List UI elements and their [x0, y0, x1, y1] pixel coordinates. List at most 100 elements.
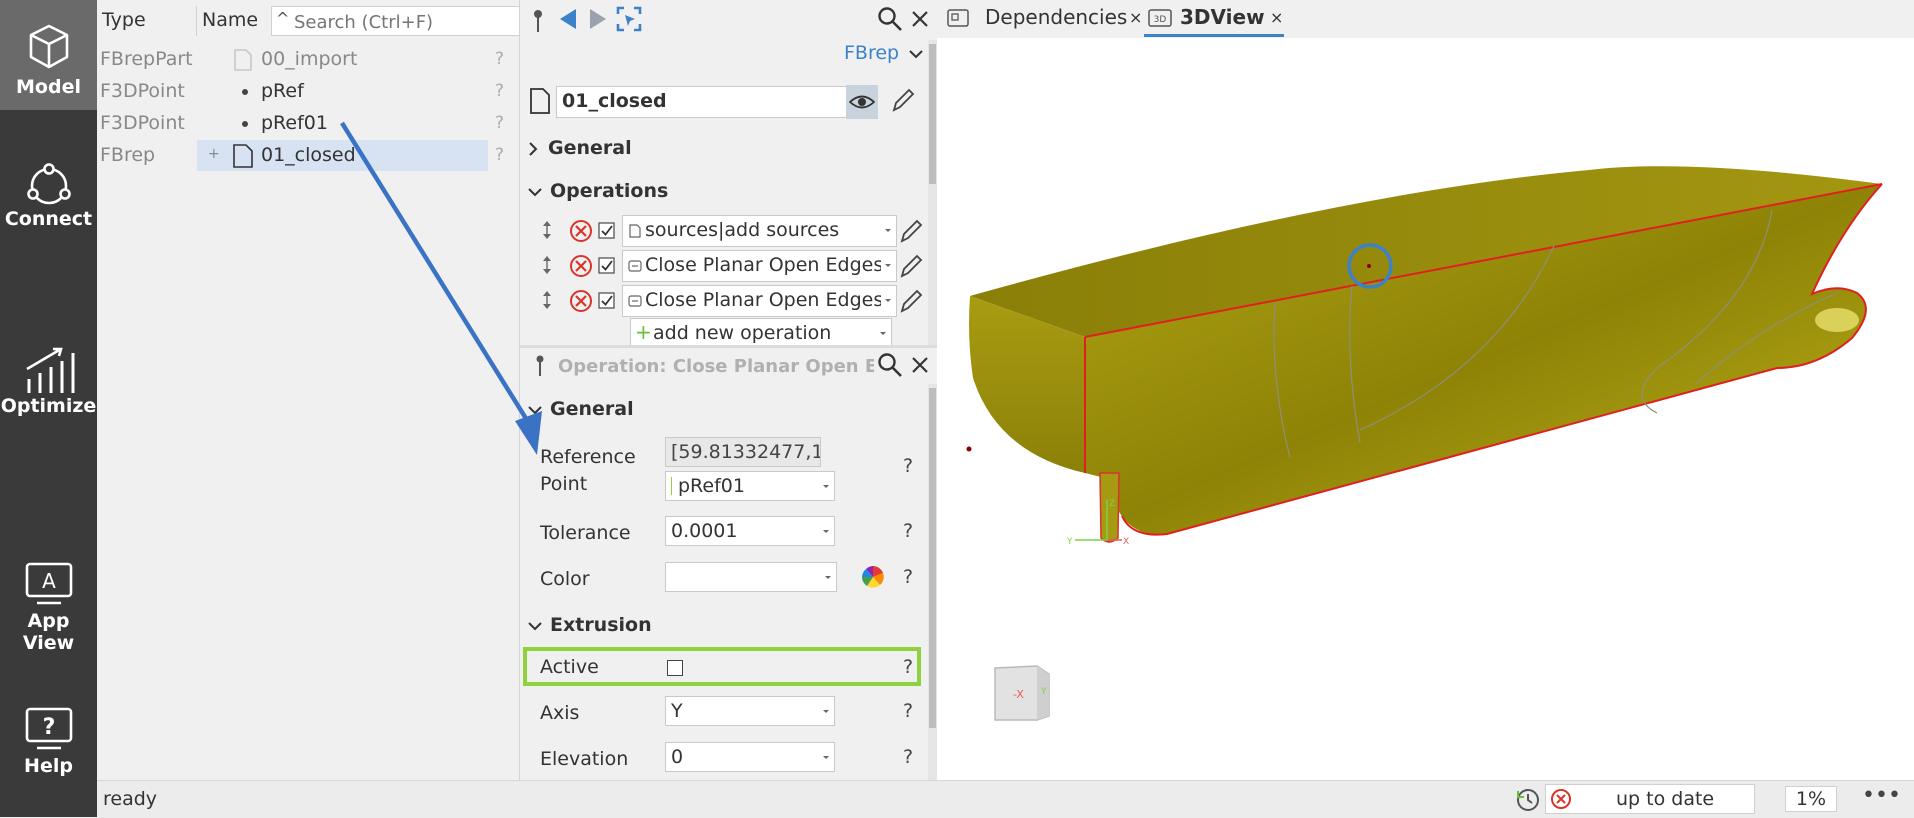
cube-icon [29, 24, 68, 69]
enabled-checkbox[interactable] [598, 292, 616, 310]
nav-model[interactable]: Model [0, 0, 97, 110]
close-icon[interactable]: × [1270, 0, 1283, 35]
app-navigation-bar: Model Connect Optimize A App View ? Help [0, 0, 97, 817]
add-operation-label: add new operation [653, 322, 832, 344]
link-indicator [671, 477, 672, 495]
navigation-cube[interactable]: -X Y [994, 665, 1050, 721]
axis-selector[interactable]: Y [665, 696, 835, 726]
pin-icon[interactable] [531, 8, 545, 34]
enabled-checkbox[interactable] [598, 257, 616, 275]
operation-selector[interactable]: sources|add sources [622, 215, 897, 247]
add-operation-selector[interactable]: + add new operation [630, 318, 892, 348]
operation-selector[interactable]: Close Planar Open Edges [622, 285, 897, 317]
type-selector[interactable]: FBrep [844, 42, 923, 64]
status-state: up to date [1616, 788, 1715, 810]
hull-render[interactable]: Y X Z -X Y [937, 38, 1914, 780]
reference-point-source: pRef01 [678, 475, 745, 497]
pencil-icon[interactable] [898, 287, 924, 315]
svg-text:X: X [1123, 537, 1129, 547]
forward-arrow-icon[interactable] [588, 8, 608, 30]
svg-text:-X: -X [1013, 688, 1024, 701]
close-icon[interactable] [911, 10, 929, 28]
progress-percent: 1% [1785, 786, 1837, 812]
select-target-icon[interactable] [616, 6, 642, 32]
close-icon[interactable] [911, 356, 929, 374]
tab-3dview-label: 3DView [1180, 5, 1265, 29]
reference-point-selector[interactable]: pRef01 [665, 471, 835, 501]
appview-icon: A [25, 562, 72, 605]
help-icon[interactable]: ? [903, 700, 913, 722]
help-icon: ? [25, 707, 72, 750]
scrollbar-thumb[interactable] [929, 44, 936, 184]
3d-viewport[interactable]: Y X Z -X Y [937, 38, 1914, 780]
help-icon[interactable]: ? [903, 566, 913, 588]
type-selector-label: FBrep [844, 42, 900, 64]
status-message: ready [103, 788, 158, 810]
color-wheel-icon[interactable] [861, 565, 885, 589]
object-name-field[interactable]: 01_closed [556, 86, 860, 118]
tree-row-name[interactable]: 00_import [261, 44, 357, 74]
column-header-type[interactable]: Type [102, 0, 146, 40]
operation-selector[interactable]: Close Planar Open Edges [622, 250, 897, 282]
status-bar: ready up to date 1% ••• [97, 780, 1914, 818]
pencil-icon[interactable] [890, 86, 916, 114]
history-icon[interactable] [1515, 787, 1541, 813]
back-arrow-icon[interactable] [558, 8, 578, 30]
close-icon[interactable]: × [1129, 0, 1142, 35]
nav-app-view[interactable]: A App View [0, 562, 97, 654]
nav-optimize[interactable]: Optimize [0, 345, 97, 435]
search-icon[interactable] [877, 352, 903, 378]
chart-icon [25, 347, 74, 393]
section-general-label: General [550, 398, 634, 420]
dropdown-arrow-icon [880, 332, 886, 335]
tree-row-name[interactable]: pRef01 [261, 108, 328, 138]
dropdown-arrow-icon [825, 576, 831, 579]
nav-optimize-label: Optimize [0, 395, 97, 417]
nav-help[interactable]: ? Help [0, 707, 97, 787]
help-icon[interactable]: ? [903, 656, 913, 678]
tree-row-name[interactable]: pRef [261, 76, 304, 106]
tab-dependencies[interactable]: Dependencies × [943, 0, 1143, 37]
help-icon[interactable]: ? [495, 81, 504, 101]
help-icon[interactable]: ? [903, 520, 913, 542]
object-editor-panel: FBrep 01_closed General Operations sourc… [520, 0, 937, 348]
help-icon[interactable]: ? [903, 746, 913, 768]
expand-icon[interactable]: + [208, 146, 220, 162]
column-header-name[interactable]: Name [202, 0, 258, 40]
dropdown-arrow-icon [885, 229, 891, 232]
view-tab-bar: Dependencies × 3D 3DView × [937, 0, 1914, 39]
section-operations-label: Operations [550, 180, 669, 202]
help-icon[interactable]: ? [495, 49, 504, 69]
active-checkbox[interactable] [667, 660, 683, 676]
compute-status[interactable]: up to date [1545, 784, 1755, 814]
collapse-up-icon[interactable]: ^ [276, 9, 289, 28]
nav-connect[interactable]: Connect [0, 150, 97, 270]
elevation-label: Elevation [540, 748, 629, 770]
brep-doc-icon [530, 88, 550, 114]
section-extrusion[interactable]: Extrusion [528, 614, 652, 636]
nav-app-view-label: App View [22, 610, 75, 654]
stop-icon[interactable] [1550, 788, 1572, 810]
svg-text:A: A [42, 569, 56, 593]
delete-icon[interactable] [569, 219, 593, 243]
tolerance-field[interactable]: 0.0001 [665, 516, 835, 546]
scrollbar-track[interactable] [928, 384, 937, 780]
elevation-field[interactable]: 0 [665, 742, 835, 772]
svg-text:Y: Y [1066, 537, 1073, 547]
dropdown-arrow-icon [823, 530, 829, 533]
delete-icon[interactable] [569, 289, 593, 313]
operation-label: Close Planar Open Edges [645, 254, 881, 276]
search-icon[interactable] [877, 6, 903, 32]
delete-icon[interactable] [569, 254, 593, 278]
visibility-toggle[interactable] [846, 85, 878, 119]
help-icon[interactable]: ? [903, 455, 913, 477]
enabled-checkbox[interactable] [598, 222, 616, 240]
tab-3dview[interactable]: 3D 3DView × [1144, 0, 1284, 37]
scrollbar-thumb[interactable] [929, 388, 936, 728]
more-icon[interactable]: ••• [1862, 783, 1901, 808]
plus-icon: + [635, 320, 652, 344]
pencil-icon[interactable] [898, 252, 924, 280]
color-field[interactable] [665, 562, 837, 592]
scrollbar-track[interactable] [928, 40, 937, 345]
pencil-icon[interactable] [898, 217, 924, 245]
